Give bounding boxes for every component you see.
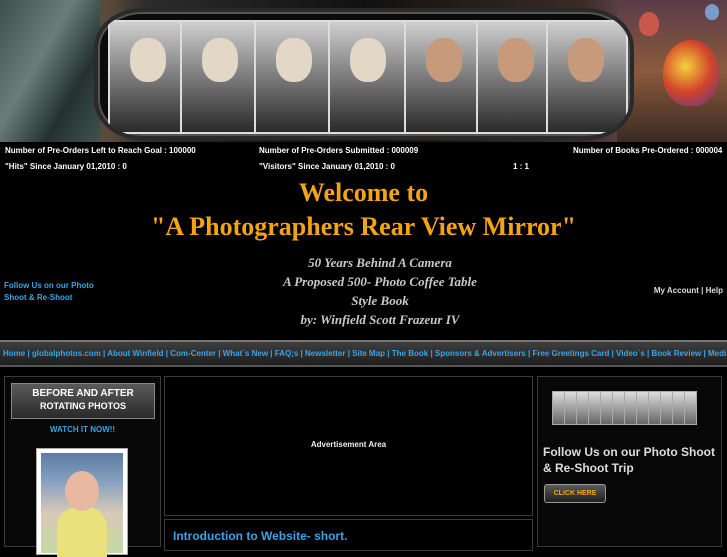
stat-hits: "Hits" Since January 01,2010 : 0 <box>5 162 127 171</box>
nav-videos[interactable]: Video`s <box>616 349 645 358</box>
watch-now-link[interactable]: WATCH IT NOW!! <box>5 425 160 434</box>
stat-books-preordered: Number of Books Pre-Ordered : 000004 <box>573 146 723 155</box>
nav-the-book[interactable]: The Book <box>392 349 428 358</box>
stat-preorders-left: Number of Pre-Orders Left to Reach Goal … <box>5 146 196 155</box>
stat-ratio: 1 : 1 <box>513 162 530 171</box>
nav-media[interactable]: Media <box>708 349 727 358</box>
nav-newsletter[interactable]: Newsletter <box>305 349 345 358</box>
photo-portrait-7 <box>546 20 628 134</box>
header-banner <box>0 0 727 142</box>
subtitle-author: by: Winfield Scott Frazeur IV <box>300 312 460 327</box>
nav-whats-new[interactable]: What`s New <box>223 349 268 358</box>
my-account-link[interactable]: My Account <box>654 286 699 295</box>
follow-trip-panel: Follow Us on our Photo Shoot & Re-Shoot … <box>537 376 722 547</box>
film-strip-image <box>552 385 704 429</box>
before-after-panel: BEFORE AND AFTER ROTATING PHOTOS WATCH I… <box>4 376 161 557</box>
subtitle-line-1: 50 Years Behind A Camera <box>308 255 452 270</box>
click-here-button[interactable]: CLICK HERE <box>544 484 606 503</box>
stat-preorders-submitted: Number of Pre-Orders Submitted : 000009 <box>259 146 419 155</box>
nav-about-winfield[interactable]: About Winfield <box>107 349 163 358</box>
subtitle-line-3: Style Book <box>351 293 409 308</box>
intro-panel: Introduction to Website- short. <box>164 519 533 551</box>
nav-com-center[interactable]: Com-Center <box>170 349 216 358</box>
nav-free-greetings[interactable]: Free Greetings Card <box>532 349 609 358</box>
nav-home[interactable]: Home <box>3 349 25 358</box>
help-link[interactable]: Help <box>706 286 723 295</box>
site-title: "A Photographers Rear View Mirror" <box>150 212 577 241</box>
nav-site-map[interactable]: Site Map <box>352 349 385 358</box>
intro-title[interactable]: Introduction to Website- short. <box>173 529 347 543</box>
photo-portrait-2 <box>180 20 262 134</box>
subtitle-line-2: A Proposed 500- Photo Coffee Table <box>283 274 477 289</box>
rotating-photos-heading: ROTATING PHOTOS <box>39 401 126 411</box>
photo-portrait-5 <box>404 20 486 134</box>
advertisement-area: Advertisement Area <box>164 376 533 516</box>
photo-portrait-3 <box>254 20 336 134</box>
account-separator: | <box>701 286 704 295</box>
follow-trip-text: Follow Us on our Photo Shoot & Re-Shoot … <box>543 445 715 475</box>
main-nav: Home | globalphotos.com | About Winfield… <box>0 340 727 367</box>
nav-book-review[interactable]: Book Review <box>651 349 701 358</box>
banner-left-image <box>0 0 100 142</box>
before-after-heading: BEFORE AND AFTER <box>32 388 134 399</box>
nav-faqs[interactable]: FAQ;s <box>275 349 299 358</box>
follow-photo-shoot-link[interactable]: Follow Us on our Photo Shoot & Re-Shoot <box>4 280 104 304</box>
rear-view-mirror-collage <box>94 8 634 140</box>
advertisement-label: Advertisement Area <box>310 440 387 449</box>
photo-portrait-1 <box>108 20 190 134</box>
nav-sponsors[interactable]: Sponsors & Advertisers <box>435 349 526 358</box>
stat-visitors: "Visitors" Since January 01,2010 : 0 <box>259 162 395 171</box>
nav-globalphotos[interactable]: globalphotos.com <box>32 349 101 358</box>
photo-camera <box>328 20 410 134</box>
before-after-photo[interactable] <box>36 448 128 557</box>
welcome-heading: Welcome to <box>298 178 429 207</box>
before-after-banner[interactable]: BEFORE AND AFTER ROTATING PHOTOS <box>11 383 155 419</box>
account-links: My Account | Help <box>654 286 723 295</box>
